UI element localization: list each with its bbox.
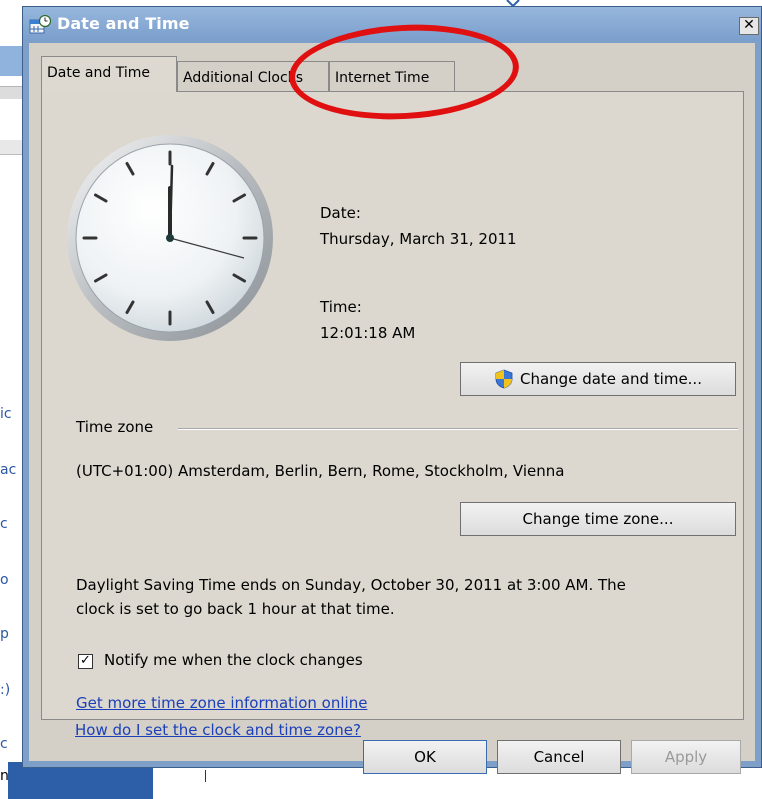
ok-label: OK	[414, 748, 436, 766]
background-text-fragment: n	[0, 768, 9, 784]
background-text-fragment: o	[0, 572, 9, 588]
cancel-button[interactable]: Cancel	[497, 740, 621, 774]
time-value: 12:01:18 AM	[320, 324, 416, 342]
time-label: Time:	[320, 298, 362, 316]
cancel-label: Cancel	[533, 748, 585, 766]
tab-label: Additional Clocks	[183, 70, 304, 86]
how-to-set-clock-link[interactable]: How do I set the clock and time zone?	[75, 721, 361, 739]
background-window-strip	[0, 86, 22, 99]
background-text-fragment: c	[0, 516, 8, 532]
close-button[interactable]: ✕	[739, 17, 759, 35]
time-zone-group-label: Time zone	[76, 418, 154, 436]
date-label: Date:	[320, 204, 361, 222]
dialog-client-area: Date and Time Additional Clocks Internet…	[29, 43, 755, 774]
calendar-clock-icon	[29, 15, 51, 34]
background-window-strip	[0, 46, 22, 76]
background-text-fragment: :)	[0, 682, 11, 698]
apply-label: Apply	[664, 748, 708, 766]
date-value: Thursday, March 31, 2011	[320, 230, 517, 248]
shield-uac-icon	[495, 369, 513, 389]
background-text-fragment: c	[0, 736, 8, 752]
tab-date-and-time[interactable]: Date and Time	[41, 56, 177, 92]
change-time-zone-label: Change time zone...	[522, 510, 674, 528]
background-tick	[205, 770, 206, 782]
tab-label: Date and Time	[47, 65, 150, 81]
dst-notice-line-1: Daylight Saving Time ends on Sunday, Oct…	[76, 576, 626, 594]
more-time-zone-info-link[interactable]: Get more time zone information online	[76, 694, 367, 712]
change-date-time-button[interactable]: Change date and time...	[460, 362, 736, 396]
apply-button[interactable]: Apply	[631, 740, 741, 774]
analog-clock-icon	[67, 135, 273, 341]
tab-panel-date-and-time: Date: Thursday, March 31, 2011 Time: 12:…	[41, 91, 744, 720]
dialog-title: Date and Time	[57, 14, 190, 33]
ok-button[interactable]: OK	[363, 740, 487, 774]
check-icon: ✓	[80, 653, 91, 668]
change-time-zone-button[interactable]: Change time zone...	[460, 502, 736, 536]
time-zone-value: (UTC+01:00) Amsterdam, Berlin, Bern, Rom…	[76, 462, 565, 480]
background-text-fragment: p	[0, 626, 9, 642]
background-text-fragment: ic	[0, 406, 12, 422]
notify-checkbox[interactable]: ✓	[78, 654, 93, 669]
time-zone-divider	[178, 428, 738, 430]
notify-label[interactable]: Notify me when the clock changes	[104, 651, 363, 669]
date-time-dialog: Date and Time ✕ Date and Time Additional…	[22, 6, 762, 774]
background-text-fragment: ac	[0, 462, 17, 478]
change-date-time-label: Change date and time...	[520, 370, 702, 388]
dst-notice-line-2: clock is set to go back 1 hour at that t…	[76, 600, 395, 618]
background-window-strip	[0, 140, 22, 155]
close-icon: ✕	[743, 17, 755, 33]
